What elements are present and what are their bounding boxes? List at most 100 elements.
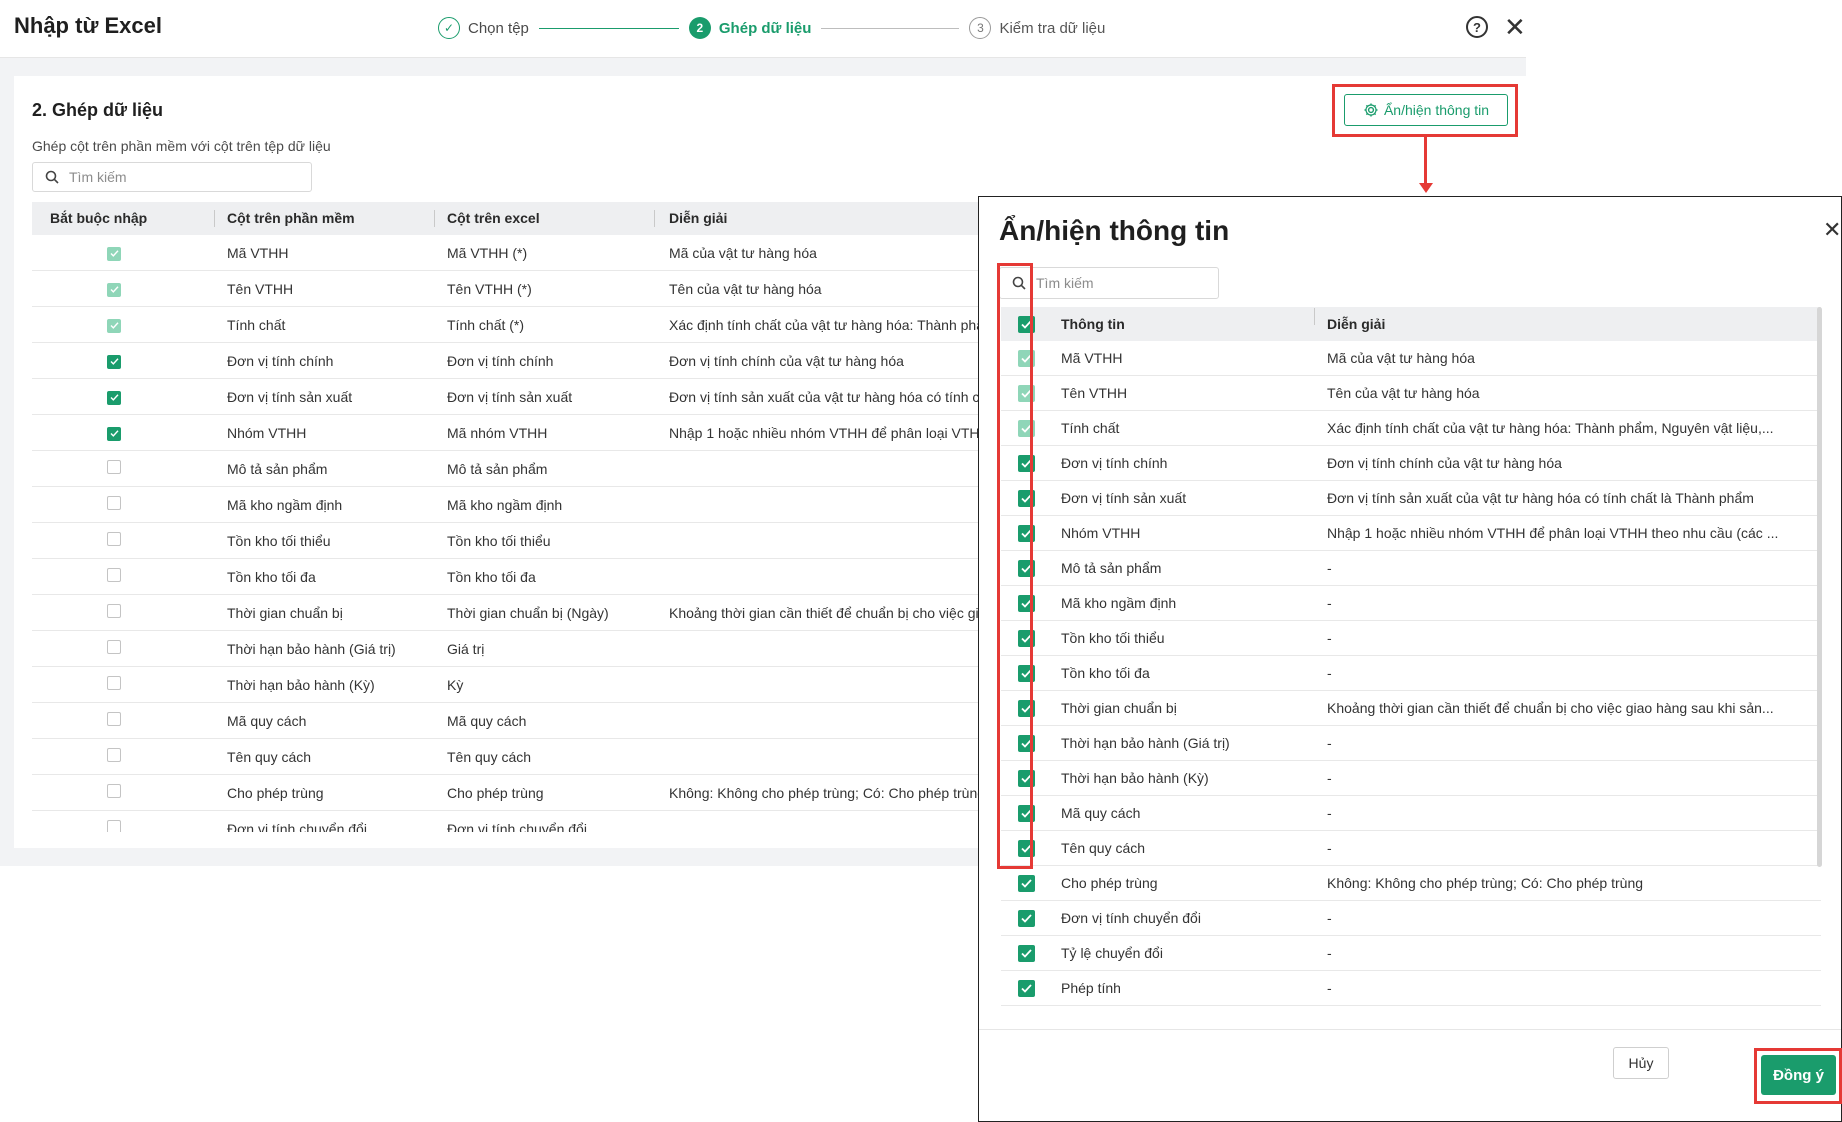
excel-column-cell[interactable]: Mã VTHH (*) — [435, 245, 655, 261]
required-cell — [32, 316, 215, 333]
mapping-search[interactable] — [32, 162, 312, 192]
button-label: Ẩn/hiện thông tin — [1383, 102, 1490, 118]
required-cell — [32, 496, 215, 513]
excel-column-cell[interactable]: Đơn vị tính sản xuất — [435, 389, 655, 405]
required-cell — [32, 712, 215, 729]
required-checkbox — [107, 426, 121, 441]
gear-icon — [1364, 103, 1378, 117]
step-connector — [821, 27, 960, 29]
step-check-data[interactable]: 3 Kiểm tra dữ liệu — [969, 17, 1105, 39]
step-label: Kiểm tra dữ liệu — [999, 19, 1106, 37]
top-bar: Nhập từ Excel ✓ Chọn tệp 2 Ghép dữ liệu … — [0, 0, 1526, 58]
required-cell — [32, 784, 215, 801]
search-input[interactable] — [69, 169, 249, 185]
excel-column-cell[interactable]: Thời gian chuẩn bị (Ngày) — [435, 605, 655, 621]
window-actions: ? ✕ — [1466, 14, 1526, 40]
required-checkbox — [107, 532, 121, 546]
help-icon[interactable]: ? — [1466, 16, 1488, 38]
table-row: Thời gian chuẩn bị Khoảng thời gian cần t… — [1001, 691, 1821, 726]
stepper: ✓ Chọn tệp 2 Ghép dữ liệu 3 Kiểm tra dữ … — [438, 13, 1105, 43]
check-icon — [1017, 979, 1035, 997]
excel-column-cell[interactable]: Tên VTHH (*) — [435, 281, 655, 297]
row-checkbox[interactable] — [1001, 909, 1051, 927]
confirm-button[interactable]: Đồng ý — [1761, 1055, 1836, 1095]
software-column-cell: Đơn vị tính sản xuất — [227, 388, 353, 405]
close-icon[interactable]: ✕ — [1823, 217, 1841, 243]
info-cell: Tên quy cách — [1061, 840, 1146, 856]
software-column-cell: Tồn kho tối đa — [227, 568, 316, 585]
dialog-footer-divider — [979, 1029, 1841, 1030]
table-row: Tồn kho tối đa - — [1001, 656, 1821, 691]
required-checkbox — [107, 784, 121, 798]
required-cell — [32, 676, 215, 693]
required-cell — [32, 388, 215, 405]
required-cell — [32, 748, 215, 765]
table-row: Tỷ lệ chuyển đổi - — [1001, 936, 1821, 971]
excel-column-cell[interactable]: Đơn vị tính chuyển đổi — [435, 821, 655, 833]
description-cell: - — [1327, 560, 1332, 576]
description-cell: Đơn vị tính chính của vật tư hàng hóa — [1327, 455, 1562, 471]
excel-column-cell[interactable]: Mã quy cách — [435, 713, 655, 729]
excel-column-cell[interactable]: Tồn kho tối thiểu — [435, 533, 655, 549]
software-column-cell: Tên quy cách — [227, 748, 312, 765]
excel-column-cell[interactable]: Mô tả sản phẩm — [435, 461, 655, 477]
info-cell: Phép tính — [1061, 980, 1121, 996]
required-cell — [32, 424, 215, 441]
search-input[interactable] — [1036, 275, 1196, 291]
info-cell: Mô tả sản phẩm — [1061, 560, 1162, 576]
row-checkbox[interactable] — [1001, 979, 1051, 997]
info-cell: Tồn kho tối thiểu — [1061, 630, 1165, 646]
description-cell: - — [1327, 980, 1332, 996]
table-row: Mã quy cách - — [1001, 796, 1821, 831]
required-checkbox — [107, 604, 121, 618]
highlight-box: Ẩn/hiện thông tin — [1332, 84, 1518, 137]
excel-column-cell[interactable]: Kỳ — [435, 677, 655, 693]
check-icon: ✓ — [438, 17, 460, 39]
show-hide-info-button[interactable]: Ẩn/hiện thông tin — [1344, 94, 1508, 126]
table-row: Đơn vị tính sản xuất Đơn vị tính sản xuất… — [1001, 481, 1821, 516]
required-cell — [32, 244, 215, 261]
table-row: Thời hạn bảo hành (Kỳ) - — [1001, 761, 1821, 796]
excel-column-cell[interactable]: Mã kho ngầm định — [435, 497, 655, 513]
description-cell: Tên của vật tư hàng hóa — [1327, 385, 1480, 401]
step-choose-file[interactable]: ✓ Chọn tệp — [438, 17, 529, 39]
window-title: Nhập từ Excel — [14, 13, 162, 38]
highlight-box: Đồng ý — [1754, 1048, 1842, 1104]
excel-column-cell[interactable]: Đơn vị tính chính — [435, 353, 655, 369]
table-header: Thông tin Diễn giải — [1001, 307, 1821, 341]
excel-column-cell[interactable]: Giá trị — [435, 641, 655, 657]
col-info: Thông tin — [1051, 308, 1315, 332]
info-cell: Thời hạn bảo hành (Kỳ) — [1061, 770, 1209, 786]
table-row: Đơn vị tính chuyển đổi - — [1001, 901, 1821, 936]
scrollbar[interactable] — [1817, 307, 1822, 867]
software-column-cell: Thời hạn bảo hành (Giá trị) — [227, 640, 396, 657]
step-label: Chọn tệp — [468, 19, 529, 37]
description-cell: - — [1327, 840, 1332, 856]
software-column-cell: Tồn kho tối thiểu — [227, 532, 331, 549]
table-row: Phép tính - — [1001, 971, 1821, 1006]
excel-column-cell[interactable]: Cho phép trùng — [435, 785, 655, 801]
close-icon[interactable]: ✕ — [1504, 14, 1526, 40]
excel-column-cell[interactable]: Tồn kho tối đa — [435, 569, 655, 585]
description-cell: - — [1327, 665, 1332, 681]
dialog-title: Ẩn/hiện thông tin — [999, 215, 1230, 246]
description-cell: Đơn vị tính sản xuất của vật tư hàng hóa… — [1327, 490, 1754, 506]
table-body: Mã VTHH Mã của vật tư hàng hóa Tên VTHH Tên… — [1001, 341, 1821, 1006]
required-checkbox — [107, 820, 121, 832]
cancel-button[interactable]: Hủy — [1613, 1047, 1669, 1079]
table-row: Mã kho ngầm định - — [1001, 586, 1821, 621]
annotation-arrow — [1424, 137, 1427, 187]
step-map-data[interactable]: 2 Ghép dữ liệu — [688, 17, 812, 39]
excel-column-cell[interactable]: Tính chất (*) — [435, 317, 655, 333]
step-label: Ghép dữ liệu — [718, 19, 812, 37]
table-row: Mô tả sản phẩm - — [1001, 551, 1821, 586]
info-cell: Tên VTHH — [1061, 385, 1128, 401]
excel-column-cell[interactable]: Tên quy cách — [435, 749, 655, 765]
row-checkbox[interactable] — [1001, 874, 1051, 892]
excel-column-cell[interactable]: Mã nhóm VTHH — [435, 425, 655, 441]
description-cell: - — [1327, 910, 1332, 926]
info-cell: Tồn kho tối đa — [1061, 665, 1150, 681]
info-cell: Mã quy cách — [1061, 805, 1141, 821]
required-checkbox — [107, 748, 121, 762]
row-checkbox[interactable] — [1001, 944, 1051, 962]
